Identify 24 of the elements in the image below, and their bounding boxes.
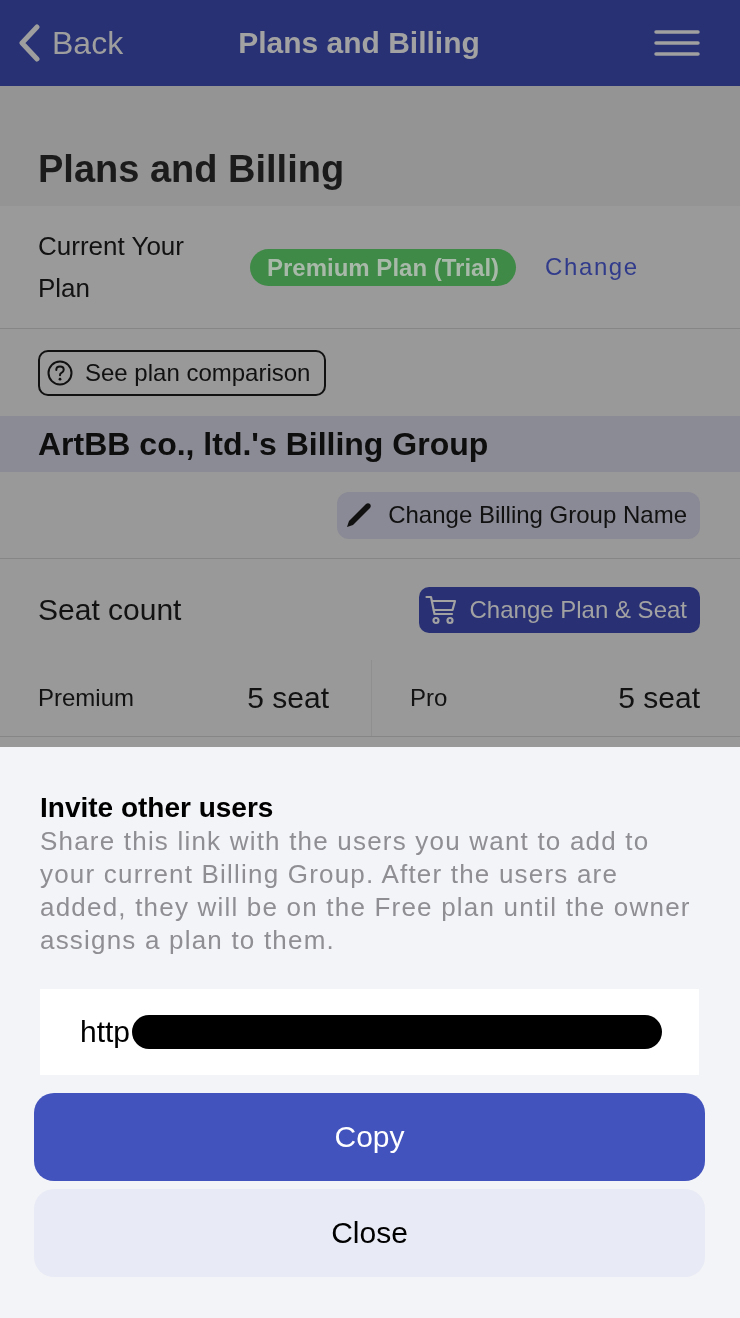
change-link[interactable]: Change: [545, 253, 639, 281]
page-heading: Plans and Billing: [38, 147, 345, 192]
chevron-left-icon: [18, 24, 40, 62]
menu-icon[interactable]: [654, 30, 700, 56]
billing-group-header: ArtBB co., ltd.'s Billing Group: [0, 416, 740, 472]
sheet-description: Share this link with the users you want to add to your current Billing Group. After the users are added, they will be on the Free plan until the owner assigns a plan to them.: [40, 825, 692, 957]
header-title: Plans and Billing: [238, 26, 480, 60]
seat-count-label: Seat count: [38, 592, 182, 627]
rename-button[interactable]: Change Billing Group Name: [337, 491, 700, 539]
cart-icon: [424, 594, 457, 625]
plan-name: Pro: [410, 684, 448, 712]
question-circle-icon: [47, 360, 73, 386]
plan-label: Current Your Plan: [38, 230, 185, 305]
copy-button[interactable]: Copy: [34, 1093, 705, 1181]
seat-count-value: 5 seat: [247, 681, 329, 715]
link-field[interactable]: http: [40, 989, 699, 1075]
close-button[interactable]: Close: [34, 1189, 705, 1277]
plan-badge: Premium Plan (Trial): [250, 248, 517, 286]
change-plan-button[interactable]: Change Plan & Seat: [418, 586, 700, 633]
plan-name: Premium: [38, 684, 134, 712]
back-button[interactable]: Back: [18, 24, 124, 62]
plan-comparison-button[interactable]: See plan comparison: [38, 350, 327, 396]
sheet-title: Invite other users: [40, 791, 275, 825]
seat-count-value: 5 seat: [618, 681, 700, 715]
